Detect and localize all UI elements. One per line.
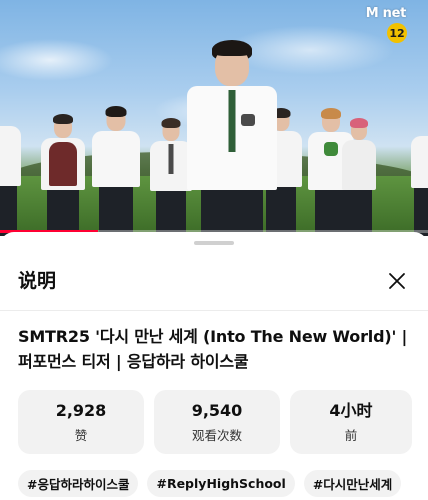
views-label: 观看次数 — [191, 427, 242, 443]
video-title: SMTR25 '다시 만난 세계 (Into The New World)' |… — [18, 327, 408, 371]
hashtag-chip[interactable]: #ReplyHighSchool — [147, 470, 295, 497]
panel-title: 说明 — [18, 270, 57, 292]
likes-count: 2,928 — [55, 400, 107, 420]
likes-label: 赞 — [74, 427, 88, 443]
performer-figure — [38, 114, 88, 236]
hashtag-row: #응답하라하이스쿨 #ReplyHighSchool #다시만난세계 — [18, 470, 402, 497]
views-count: 9,540 — [191, 400, 243, 420]
stats-row: 2,928 赞 9,540 观看次数 4小时 前 — [18, 390, 412, 454]
hashtag-chip[interactable]: #다시만난세계 — [303, 470, 402, 497]
upload-time-value: 4小时 — [329, 400, 373, 420]
performer-figure — [410, 128, 428, 236]
channel-logo-text: M net — [365, 6, 407, 21]
upload-time-label: 前 — [344, 427, 358, 443]
performer-figure — [0, 118, 22, 236]
divider — [0, 310, 428, 311]
age-rating-badge: 12 — [387, 23, 407, 43]
performer-figure — [340, 118, 378, 236]
channel-logo: M net — [365, 6, 407, 21]
views-stat: 9,540 观看次数 — [154, 390, 280, 454]
video-player[interactable]: M net 12 — [0, 0, 428, 236]
performer-figure — [90, 106, 142, 236]
drag-handle[interactable] — [194, 241, 234, 245]
description-panel: 说明 SMTR25 '다시 만난 세계 (Into The New World)… — [0, 232, 428, 500]
close-icon — [389, 273, 405, 289]
center-performer-figure — [182, 40, 282, 236]
upload-time-stat: 4小时 前 — [290, 390, 412, 454]
likes-stat: 2,928 赞 — [18, 390, 144, 454]
hashtag-chip[interactable]: #응답하라하이스쿨 — [18, 470, 139, 497]
close-button[interactable] — [380, 264, 414, 298]
